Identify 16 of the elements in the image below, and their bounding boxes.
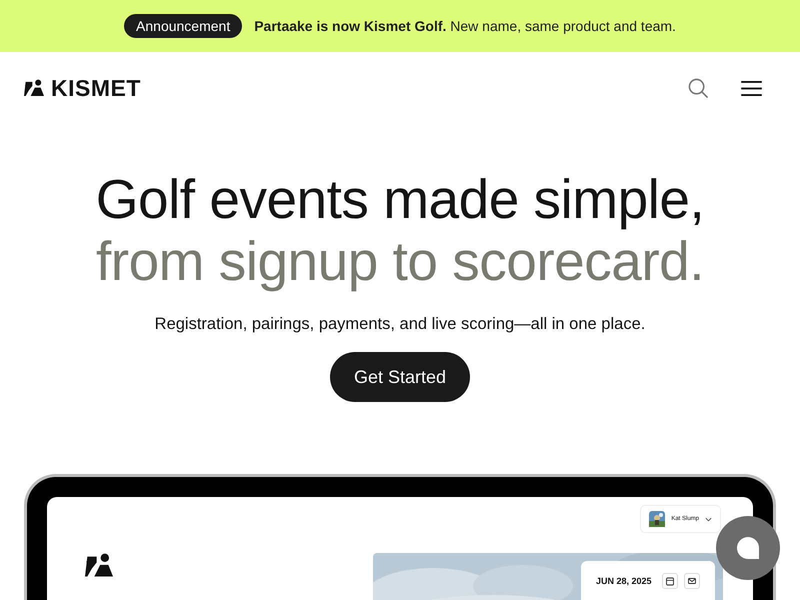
announcement-badge: Announcement	[124, 14, 242, 38]
chat-icon	[736, 536, 760, 560]
mail-icon[interactable]	[684, 573, 700, 589]
logo-icon	[24, 78, 44, 98]
calendar-icon[interactable]	[662, 573, 678, 589]
menu-icon[interactable]	[741, 80, 762, 96]
chevron-down-icon	[705, 516, 712, 522]
announcement-text: Partaake is now Kismet Golf. New name, same product and team.	[254, 18, 676, 34]
brand-logo[interactable]: KISMET	[24, 74, 141, 102]
hero-subtitle-heading: from signup to scorecard.	[96, 230, 704, 292]
event-date: JUN 28, 2025	[596, 576, 652, 586]
search-icon[interactable]	[688, 78, 709, 98]
hero-description: Registration, pairings, payments, and live scoring—all in one place.	[154, 315, 646, 334]
get-started-button[interactable]: Get Started	[330, 352, 470, 402]
hero-title: Golf events made simple,	[96, 168, 704, 230]
logo-icon	[85, 553, 113, 579]
